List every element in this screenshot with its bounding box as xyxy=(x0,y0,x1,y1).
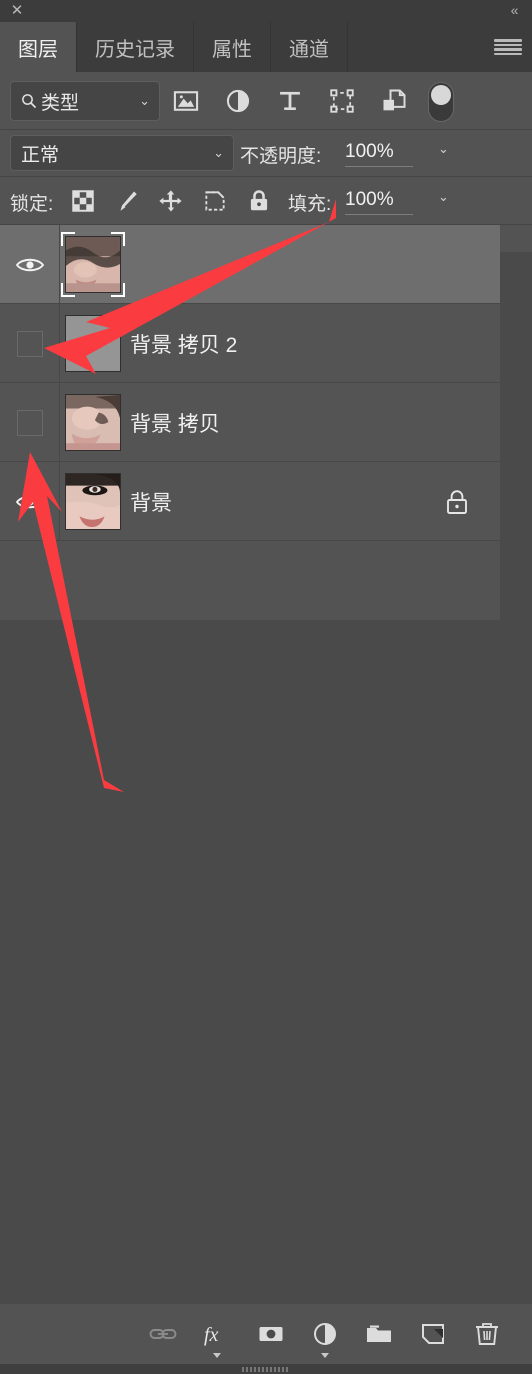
layer-visibility-toggle[interactable] xyxy=(0,383,60,462)
blend-mode-row: 正常 ⌄ 不透明度: 100% ⌄ xyxy=(0,130,532,177)
photoshop-layers-panel: ✕ « 图层 历史记录 属性 通道 类型 ⌄ 正常 ⌄ 不透明度: 100% ⌄… xyxy=(0,0,532,1374)
layer-list-empty-area xyxy=(0,620,500,1332)
collapse-panel-icon[interactable]: « xyxy=(503,1,525,19)
layer-name[interactable]: 背景 拷贝 xyxy=(130,383,220,462)
add-layer-mask-button[interactable] xyxy=(256,1319,286,1349)
table-row[interactable] xyxy=(0,225,500,304)
blend-mode-dropdown[interactable]: 正常 ⌄ xyxy=(10,135,234,171)
lock-position-icon[interactable] xyxy=(158,188,184,214)
visibility-empty-box xyxy=(16,330,43,357)
opacity-chevron-down-icon[interactable]: ⌄ xyxy=(438,141,449,157)
chevron-down-icon: ⌄ xyxy=(213,145,224,160)
opacity-label: 不透明度: xyxy=(240,146,322,167)
tab-layers[interactable]: 图层 xyxy=(0,22,77,72)
shape-layer-filter-icon[interactable] xyxy=(328,87,356,115)
lock-icon xyxy=(447,489,467,514)
lock-option-icons xyxy=(70,185,272,217)
new-adjustment-layer-wrap[interactable] xyxy=(310,1319,340,1358)
eye-icon xyxy=(15,258,44,271)
smart-object-filter-icon[interactable] xyxy=(380,87,408,115)
blend-mode-label: 正常 xyxy=(21,144,60,166)
tab-channels[interactable]: 通道 xyxy=(271,22,348,72)
layer-name[interactable]: 背景 拷贝 2 xyxy=(130,304,237,383)
table-row[interactable]: 背景 拷贝 2 xyxy=(0,304,500,383)
pixel-layer-filter-icon[interactable] xyxy=(172,87,200,115)
search-icon xyxy=(22,94,36,108)
layer-style-fx-button[interactable]: fx xyxy=(202,1319,232,1349)
filter-type-label: 类型 xyxy=(41,92,80,114)
lock-transparent-pixels-icon[interactable] xyxy=(70,188,96,214)
layer-thumbnail-wrap[interactable] xyxy=(65,315,121,372)
layer-visibility-toggle[interactable] xyxy=(0,225,60,304)
svg-text:fx: fx xyxy=(204,1324,219,1346)
panel-bottom-edge xyxy=(0,1364,532,1374)
chevron-down-icon[interactable] xyxy=(321,1353,329,1358)
new-adjustment-layer-button[interactable] xyxy=(310,1319,340,1349)
type-layer-filter-icon[interactable] xyxy=(276,87,304,115)
layer-list-right-gutter xyxy=(500,252,532,1332)
chevron-down-icon[interactable] xyxy=(213,1353,221,1358)
layer-thumbnail xyxy=(65,315,121,372)
lock-row: 锁定: 填充: 100% ⌄ xyxy=(0,177,532,225)
visibility-empty-box xyxy=(16,409,43,436)
new-layer-button[interactable] xyxy=(418,1319,448,1349)
adjustment-layer-filter-icon[interactable] xyxy=(224,87,252,115)
close-icon[interactable]: ✕ xyxy=(8,2,26,20)
tab-history[interactable]: 历史记录 xyxy=(77,22,194,72)
filter-kind-icons xyxy=(172,81,408,121)
chevron-down-icon: ⌄ xyxy=(139,93,150,108)
delete-layer-button[interactable] xyxy=(472,1319,502,1349)
layer-thumbnail xyxy=(65,473,121,530)
panel-menu-icon[interactable] xyxy=(494,36,522,58)
layer-visibility-toggle[interactable] xyxy=(0,304,60,383)
fill-chevron-down-icon[interactable]: ⌄ xyxy=(438,189,449,205)
panel-title-strip: ✕ « xyxy=(0,0,532,22)
layer-thumbnail xyxy=(65,394,121,451)
layer-filter-row: 类型 ⌄ xyxy=(0,72,532,130)
toggle-knob xyxy=(431,85,451,105)
opacity-input[interactable]: 100% xyxy=(345,141,413,167)
link-layers-button[interactable] xyxy=(148,1319,178,1349)
eye-icon xyxy=(15,495,44,508)
lock-artboard-nesting-icon[interactable] xyxy=(202,188,228,214)
layer-locked-indicator xyxy=(444,462,470,541)
tab-properties[interactable]: 属性 xyxy=(194,22,271,72)
layer-name[interactable]: 背景 xyxy=(130,462,172,541)
fill-label: 填充: xyxy=(288,194,332,215)
gray-fill-thumbnail-image xyxy=(66,316,120,371)
layer-visibility-toggle[interactable] xyxy=(0,462,60,541)
lock-image-pixels-icon[interactable] xyxy=(114,188,140,214)
panel-resize-grabber[interactable] xyxy=(242,1367,290,1372)
table-row[interactable]: 背景 拷贝 xyxy=(0,383,500,462)
filter-type-dropdown[interactable]: 类型 ⌄ xyxy=(10,81,160,121)
layer-style-fx-wrap[interactable]: fx xyxy=(202,1319,232,1358)
portrait-thumbnail-image xyxy=(66,474,120,529)
layer-thumbnail-wrap[interactable] xyxy=(65,394,121,451)
layers-bottom-toolbar: fx xyxy=(0,1304,532,1364)
layers-panel-body: 类型 ⌄ 正常 ⌄ 不透明度: 100% ⌄ 锁定: 填充: 100% ⌄ 背景… xyxy=(0,72,532,1332)
layer-thumbnail-wrap[interactable] xyxy=(61,232,125,297)
thumbnail-selection-outline xyxy=(61,232,125,297)
layer-thumbnail-wrap[interactable] xyxy=(65,473,121,530)
new-group-button[interactable] xyxy=(364,1319,394,1349)
panel-tab-bar: 图层 历史记录 属性 通道 xyxy=(0,22,532,72)
layer-list: 背景 拷贝 2 背景 拷贝 背景 xyxy=(0,225,500,541)
table-row[interactable]: 背景 xyxy=(0,462,500,541)
lock-label: 锁定: xyxy=(10,194,54,215)
portrait-thumbnail-image xyxy=(66,395,120,450)
filter-enable-toggle[interactable] xyxy=(428,82,454,122)
fill-input[interactable]: 100% xyxy=(345,189,413,215)
lock-all-icon[interactable] xyxy=(246,188,272,214)
